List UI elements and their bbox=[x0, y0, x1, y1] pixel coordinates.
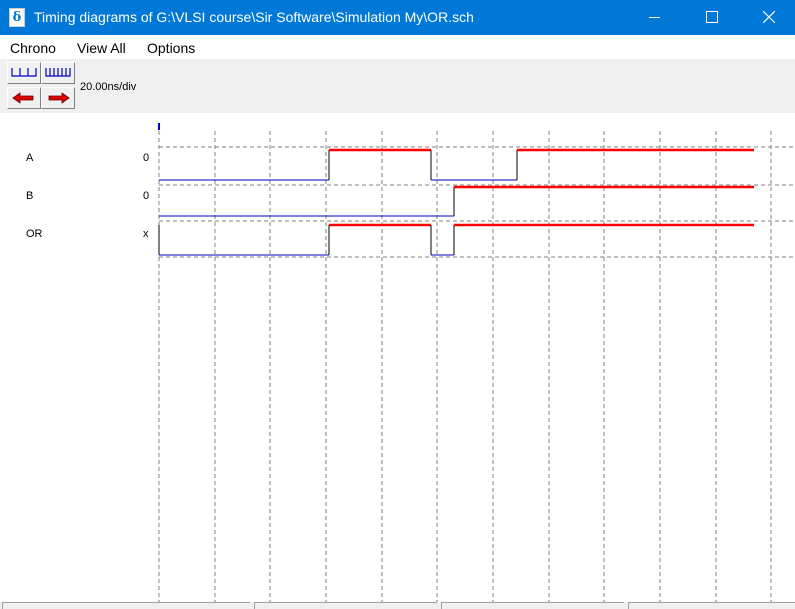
close-icon bbox=[763, 11, 775, 23]
waveform-area: A 0 B 0 OR x bbox=[0, 113, 795, 609]
app-icon[interactable]: δ bbox=[9, 8, 25, 27]
minimize-button[interactable] bbox=[627, 0, 683, 35]
window-title: Timing diagrams of G:\VLSI course\Sir So… bbox=[34, 9, 474, 25]
scroll-left-button[interactable] bbox=[7, 87, 41, 109]
waveform-or bbox=[158, 223, 754, 256]
zoom-in-button[interactable] bbox=[41, 62, 75, 84]
scroll-right-button[interactable] bbox=[41, 87, 75, 109]
zoom-in-icon bbox=[45, 68, 71, 77]
scroll-left-icon bbox=[12, 92, 34, 104]
maximize-button[interactable] bbox=[684, 0, 740, 35]
status-pane bbox=[254, 602, 437, 609]
status-pane bbox=[2, 602, 250, 609]
menu-view-all[interactable]: View All bbox=[77, 40, 126, 56]
scroll-right-icon bbox=[48, 92, 70, 104]
timing-chart[interactable] bbox=[0, 113, 795, 609]
zoom-out-icon bbox=[11, 68, 37, 77]
zoom-out-button[interactable] bbox=[7, 62, 41, 84]
title-bar: δ Timing diagrams of G:\VLSI course\Sir … bbox=[0, 0, 795, 35]
waveform-a bbox=[159, 148, 754, 181]
minimize-icon bbox=[649, 17, 660, 18]
status-pane bbox=[628, 602, 795, 609]
waveform-b bbox=[159, 185, 754, 217]
time-grid bbox=[158, 131, 795, 602]
menu-bar: Chrono View All Options bbox=[0, 35, 795, 59]
menu-options[interactable]: Options bbox=[147, 40, 195, 56]
status-pane bbox=[441, 602, 624, 609]
close-button[interactable] bbox=[741, 0, 795, 35]
time-scale-label: 20.00ns/div bbox=[80, 81, 137, 93]
maximize-icon bbox=[706, 11, 718, 23]
menu-chrono[interactable]: Chrono bbox=[10, 40, 56, 56]
